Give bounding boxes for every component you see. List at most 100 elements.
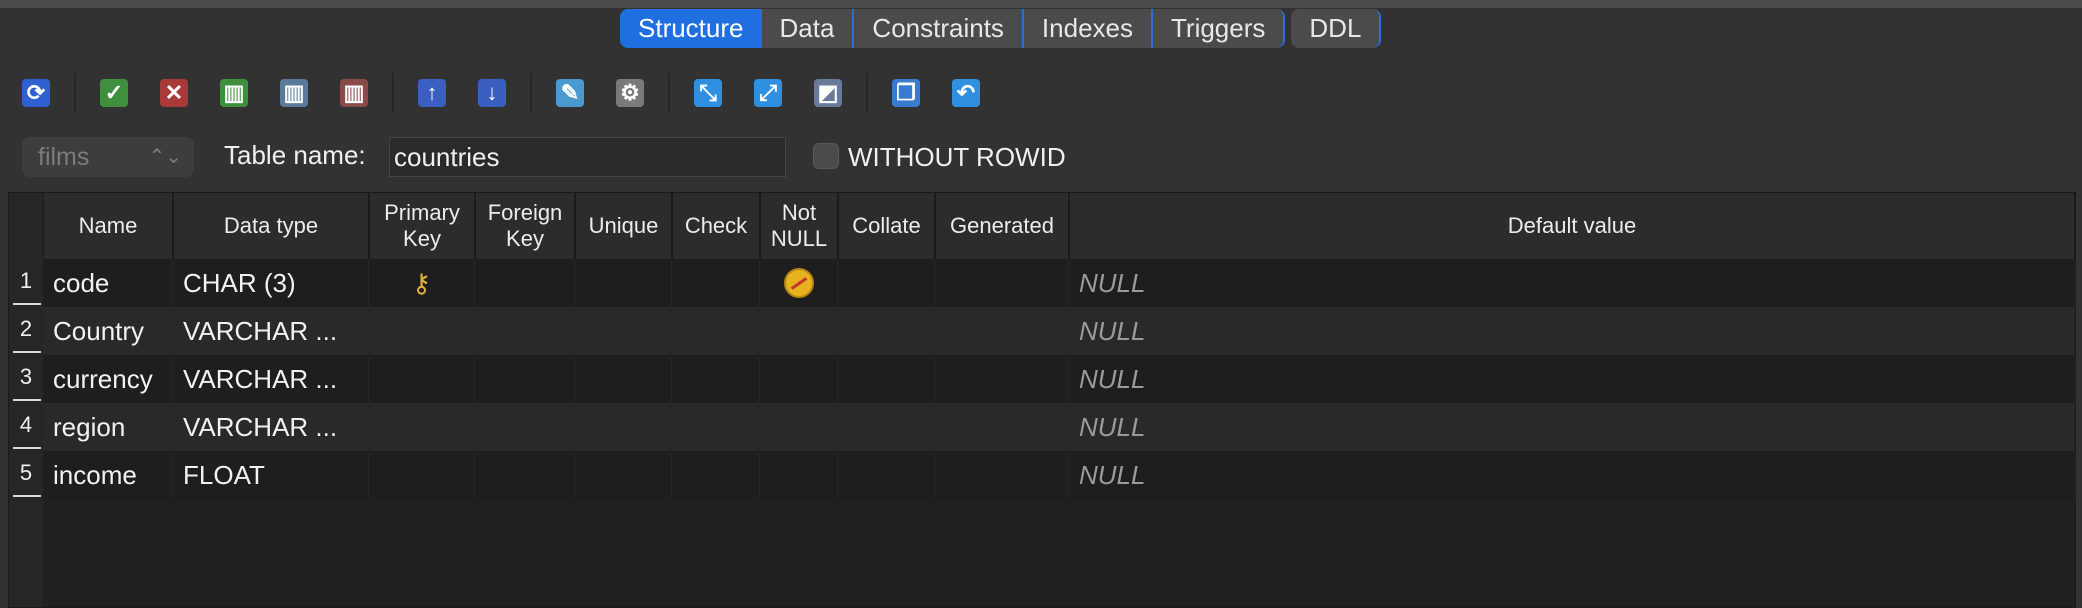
cell-unique[interactable] <box>575 307 672 355</box>
without-rowid-checkbox[interactable] <box>813 143 839 169</box>
table-name-input[interactable]: countries <box>389 137 786 177</box>
add-constraint-button[interactable]: ✎ <box>548 71 592 115</box>
header-not-null[interactable]: Not NULL <box>760 193 838 259</box>
cell-unique[interactable] <box>575 451 672 499</box>
row-number[interactable]: 1 <box>9 259 43 307</box>
row-number[interactable]: 5 <box>9 451 43 499</box>
cell-generated[interactable] <box>935 403 1069 451</box>
row-number[interactable]: 4 <box>9 403 43 451</box>
cell-generated[interactable] <box>935 355 1069 403</box>
cell-data-type[interactable]: VARCHAR ... <box>173 307 369 355</box>
header-collate[interactable]: Collate <box>838 193 935 259</box>
header-primary-key[interactable]: Primary Key <box>369 193 475 259</box>
cell-unique[interactable] <box>575 355 672 403</box>
table-row[interactable]: Country VARCHAR ... NULL <box>43 307 2075 355</box>
move-up-button[interactable]: ↑ <box>410 71 454 115</box>
header-generated[interactable]: Generated <box>935 193 1069 259</box>
cell-name[interactable]: currency <box>43 355 173 403</box>
cell-foreign-key[interactable] <box>475 355 575 403</box>
cell-check[interactable] <box>672 451 760 499</box>
columns-grid: Name Data type Primary Key Foreign Key U… <box>8 192 2076 608</box>
header-check[interactable]: Check <box>672 193 760 259</box>
cell-unique[interactable] <box>575 403 672 451</box>
cell-primary-key[interactable] <box>369 451 475 499</box>
cell-data-type[interactable]: VARCHAR ... <box>173 355 369 403</box>
cell-collate[interactable] <box>838 355 935 403</box>
tab-indexes[interactable]: Indexes <box>1023 9 1153 48</box>
cell-default-value[interactable]: NULL <box>1069 451 2075 499</box>
cell-collate[interactable] <box>838 451 935 499</box>
cell-data-type[interactable]: VARCHAR ... <box>173 403 369 451</box>
cell-not-null[interactable] <box>760 259 838 307</box>
cell-check[interactable] <box>672 403 760 451</box>
expand-button[interactable]: ⤢ <box>746 71 790 115</box>
settings-gear-button[interactable]: ⚙ <box>608 71 652 115</box>
cell-check[interactable] <box>672 259 760 307</box>
cell-collate[interactable] <box>838 259 935 307</box>
cell-primary-key[interactable] <box>369 403 475 451</box>
cell-foreign-key[interactable] <box>475 451 575 499</box>
add-column-button[interactable]: ▥ <box>212 71 256 115</box>
delete-column-button[interactable]: ▥ <box>332 71 376 115</box>
cell-collate[interactable] <box>838 403 935 451</box>
cell-primary-key[interactable] <box>369 355 475 403</box>
image-export-button[interactable]: ◩ <box>806 71 850 115</box>
edit-column-button[interactable]: ▥ <box>272 71 316 115</box>
table-row[interactable]: code CHAR (3) ⚷ NULL <box>43 259 2075 307</box>
collapse-button[interactable]: ⤡ <box>686 71 730 115</box>
cell-not-null[interactable] <box>760 451 838 499</box>
tab-data[interactable]: Data <box>761 9 855 48</box>
database-select[interactable]: films ⌃⌄ <box>22 137 194 177</box>
undo-button[interactable]: ↶ <box>944 71 988 115</box>
windows-button[interactable]: ❐ <box>884 71 928 115</box>
row-number[interactable]: 3 <box>9 355 43 403</box>
row-number-underline <box>13 351 41 353</box>
row-number-underline <box>13 399 41 401</box>
header-default-value[interactable]: Default value <box>1069 193 2075 259</box>
cell-foreign-key[interactable] <box>475 259 575 307</box>
cell-name[interactable]: region <box>43 403 173 451</box>
toolbar-separator <box>866 73 868 113</box>
refresh-button[interactable]: ⟳ <box>14 71 58 115</box>
cell-name[interactable]: income <box>43 451 173 499</box>
table-row[interactable]: region VARCHAR ... NULL <box>43 403 2075 451</box>
cell-primary-key[interactable] <box>369 307 475 355</box>
cell-default-value[interactable]: NULL <box>1069 259 2075 307</box>
tab-structure[interactable]: Structure <box>620 9 762 48</box>
tab-triggers[interactable]: Triggers <box>1153 9 1286 48</box>
cell-not-null[interactable] <box>760 403 838 451</box>
row-number[interactable]: 2 <box>9 307 43 355</box>
cell-generated[interactable] <box>935 307 1069 355</box>
cell-name[interactable]: Country <box>43 307 173 355</box>
header-foreign-key[interactable]: Foreign Key <box>475 193 575 259</box>
header-unique[interactable]: Unique <box>575 193 672 259</box>
cell-default-value[interactable]: NULL <box>1069 355 2075 403</box>
tab-ddl[interactable]: DDL <box>1291 9 1382 48</box>
cell-check[interactable] <box>672 307 760 355</box>
table-row[interactable]: currency VARCHAR ... NULL <box>43 355 2075 403</box>
cell-check[interactable] <box>672 355 760 403</box>
cell-data-type[interactable]: CHAR (3) <box>173 259 369 307</box>
cell-collate[interactable] <box>838 307 935 355</box>
cell-not-null[interactable] <box>760 355 838 403</box>
table-row[interactable]: income FLOAT NULL <box>43 451 2075 499</box>
cell-generated[interactable] <box>935 259 1069 307</box>
tab-constraints[interactable]: Constraints <box>854 9 1024 48</box>
move-down-button[interactable]: ↓ <box>470 71 514 115</box>
header-name[interactable]: Name <box>43 193 173 259</box>
row-number-underline <box>13 495 41 497</box>
cell-foreign-key[interactable] <box>475 403 575 451</box>
chevron-updown-icon: ⌃⌄ <box>148 146 182 168</box>
cell-generated[interactable] <box>935 451 1069 499</box>
cell-primary-key[interactable]: ⚷ <box>369 259 475 307</box>
cell-default-value[interactable]: NULL <box>1069 307 2075 355</box>
cell-default-value[interactable]: NULL <box>1069 403 2075 451</box>
cell-data-type[interactable]: FLOAT <box>173 451 369 499</box>
cell-name[interactable]: code <box>43 259 173 307</box>
cell-foreign-key[interactable] <box>475 307 575 355</box>
cell-not-null[interactable] <box>760 307 838 355</box>
cancel-x-button[interactable]: ✕ <box>152 71 196 115</box>
cell-unique[interactable] <box>575 259 672 307</box>
commit-check-button[interactable]: ✓ <box>92 71 136 115</box>
header-data-type[interactable]: Data type <box>173 193 369 259</box>
